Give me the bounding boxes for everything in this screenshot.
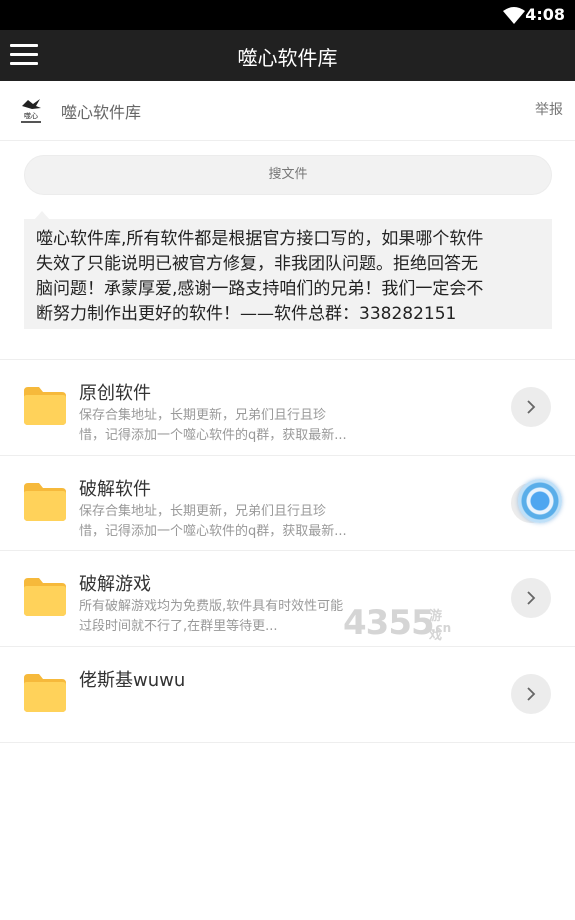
item-description-line: 保存合集地址，长期更新，兄弟们且行且珍 bbox=[79, 504, 327, 519]
item-title: 佬斯基wuwu bbox=[79, 670, 186, 691]
svg-text:噬心: 噬心 bbox=[24, 111, 38, 120]
app-bar: 噬心软件库 bbox=[0, 30, 575, 81]
item-description-line: 过段时间就不行了,在群里等待更... bbox=[79, 619, 278, 634]
item-description-line: 惜，记得添加一个噬心软件的q群，获取最新... bbox=[79, 524, 347, 539]
wifi-icon bbox=[503, 7, 525, 24]
notice-line: 脑问题！承蒙厚爱,感谢一路支持咱们的兄弟！我们一定会不 bbox=[36, 279, 484, 299]
item-description-line: 保存合集地址，长期更新，兄弟们且行且珍 bbox=[79, 408, 327, 423]
app-title: 噬心软件库 bbox=[237, 46, 338, 70]
item-description: 保存合集地址，长期更新，兄弟们且行且珍 惜，记得添加一个噬心软件的q群，获取最新… bbox=[79, 406, 379, 446]
divider bbox=[0, 742, 575, 743]
item-title: 破解游戏 bbox=[79, 574, 151, 595]
chevron-right-icon bbox=[527, 591, 536, 605]
list-item-laosiji-wuwu[interactable]: 佬斯基wuwu bbox=[0, 646, 575, 741]
list-item-cracked-software[interactable]: 破解软件 保存合集地址，长期更新，兄弟们且行且珍 惜，记得添加一个噬心软件的q群… bbox=[0, 455, 575, 550]
item-description-line: 惜，记得添加一个噬心软件的q群，获取最新... bbox=[79, 428, 347, 443]
item-title: 原创软件 bbox=[79, 383, 151, 404]
watermark-number: 4355 bbox=[343, 603, 435, 643]
chevron-right-icon bbox=[527, 400, 536, 414]
report-button[interactable]: 举报 bbox=[535, 99, 563, 119]
site-logo: 噬心 bbox=[15, 95, 47, 127]
site-header-row: 噬心 噬心软件库 举报 bbox=[0, 81, 575, 141]
open-item-button[interactable] bbox=[511, 387, 551, 427]
watermark-domain: .cn bbox=[431, 621, 452, 635]
open-item-button[interactable] bbox=[511, 578, 551, 618]
item-description: 所有破解游戏均为免费版,软件具有时效性可能 过段时间就不行了,在群里等待更... bbox=[79, 597, 379, 637]
watermark: 4355 游戏 .cn bbox=[343, 603, 451, 643]
search-input[interactable]: 搜文件 bbox=[24, 155, 552, 195]
status-time: 4:08 bbox=[525, 5, 565, 24]
folder-icon bbox=[24, 483, 66, 521]
item-title: 破解软件 bbox=[79, 479, 151, 500]
notice-text-block: 噬心软件库,所有软件都是根据官方接口写的，如果哪个软件 失效了只能说明已被官方修… bbox=[24, 219, 552, 329]
folder-icon bbox=[24, 387, 66, 425]
notice-line: 断努力制作出更好的软件！——软件总群：338282151 bbox=[36, 304, 457, 324]
item-description-line: 所有破解游戏均为免费版,软件具有时效性可能 bbox=[79, 599, 344, 614]
folder-icon bbox=[24, 674, 66, 712]
open-item-button[interactable] bbox=[511, 674, 551, 714]
notice-line: 噬心软件库,所有软件都是根据官方接口写的，如果哪个软件 bbox=[36, 229, 484, 249]
notice-line: 失效了只能说明已被官方修复，非我团队问题。拒绝回答无 bbox=[36, 254, 478, 274]
folder-icon bbox=[24, 578, 66, 616]
list-item-cracked-games[interactable]: 破解游戏 所有破解游戏均为免费版,软件具有时效性可能 过段时间就不行了,在群里等… bbox=[0, 550, 575, 645]
list-item-original-software[interactable]: 原创软件 保存合集地址，长期更新，兄弟们且行且珍 惜，记得添加一个噬心软件的q群… bbox=[0, 359, 575, 454]
floating-assistant-button[interactable] bbox=[518, 479, 562, 523]
chevron-right-icon bbox=[527, 687, 536, 701]
status-bar: 4:08 bbox=[0, 0, 575, 30]
item-description: 保存合集地址，长期更新，兄弟们且行且珍 惜，记得添加一个噬心软件的q群，获取最新… bbox=[79, 502, 379, 542]
site-name: 噬心软件库 bbox=[61, 103, 142, 122]
